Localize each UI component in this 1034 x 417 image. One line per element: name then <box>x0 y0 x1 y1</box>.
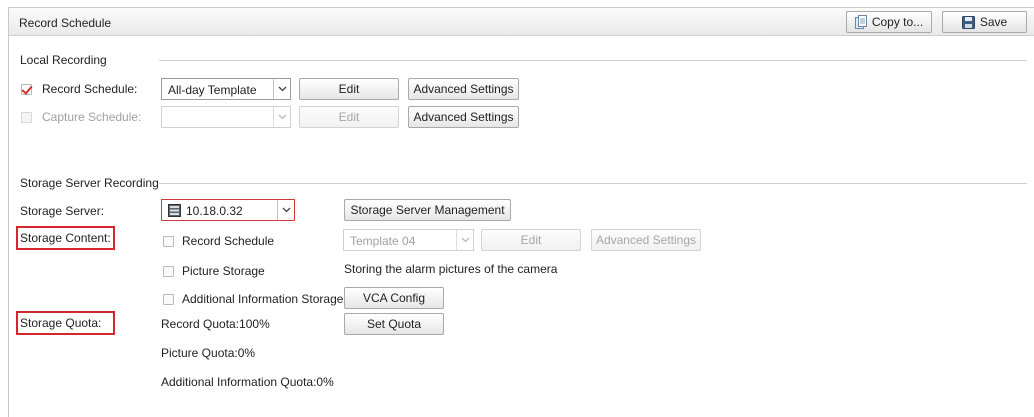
capture-advanced-label: Advanced Settings <box>413 110 514 124</box>
save-label: Save <box>979 15 1008 29</box>
local-recording-divider <box>159 60 1027 61</box>
storage-advanced-label: Advanced Settings <box>595 233 697 247</box>
additional-information-storage-checkbox[interactable] <box>163 294 174 305</box>
chevron-down-icon <box>456 230 473 250</box>
storage-server-label: Storage Server: <box>20 204 105 218</box>
storage-quota-label: Storage Quota: <box>20 316 102 330</box>
record-schedule-label: Record Schedule: <box>42 82 138 96</box>
capture-template-select[interactable] <box>161 106 291 128</box>
record-edit-button[interactable]: Edit <box>299 78 399 100</box>
save-button[interactable]: Save <box>942 11 1027 33</box>
capture-advanced-settings-button[interactable]: Advanced Settings <box>408 106 519 128</box>
copy-to-button[interactable]: Copy to... <box>846 11 932 33</box>
vca-config-label: VCA Config <box>362 291 426 305</box>
record-advanced-settings-button[interactable]: Advanced Settings <box>408 78 519 100</box>
copy-icon <box>854 15 867 29</box>
title-bar: Record Schedule Copy to... Save <box>9 8 1034 36</box>
record-advanced-label: Advanced Settings <box>413 82 514 96</box>
chevron-down-icon <box>273 79 290 99</box>
storage-recording-divider <box>159 183 1027 184</box>
record-template-value: All-day Template <box>168 83 257 97</box>
storage-edit-label: Edit <box>520 233 542 247</box>
storage-server-value: 10.18.0.32 <box>186 204 243 218</box>
storage-server-recording-title: Storage Server Recording <box>20 176 159 190</box>
record-schedule-checkbox[interactable] <box>21 84 32 95</box>
storage-advanced-settings-button[interactable]: Advanced Settings <box>591 229 701 251</box>
capture-edit-label: Edit <box>338 110 360 124</box>
chevron-down-icon <box>277 200 294 220</box>
record-schedule-panel: Record Schedule Copy to... Save Local Re… <box>8 7 1034 417</box>
additional-information-storage-label: Additional Information Storage <box>182 292 344 306</box>
set-quota-button[interactable]: Set Quota <box>344 313 444 335</box>
storage-record-schedule-label: Record Schedule <box>182 234 275 248</box>
copy-to-label: Copy to... <box>871 15 924 29</box>
storage-server-management-button[interactable]: Storage Server Management <box>344 199 511 221</box>
server-icon <box>168 204 181 217</box>
record-edit-label: Edit <box>338 82 360 96</box>
storage-template-select[interactable]: Template 04 <box>343 229 474 251</box>
chevron-down-icon <box>273 107 290 127</box>
save-icon <box>961 15 975 29</box>
vca-config-button[interactable]: VCA Config <box>344 287 444 309</box>
panel-title: Record Schedule <box>19 16 112 30</box>
storage-server-management-label: Storage Server Management <box>350 203 505 217</box>
set-quota-label: Set Quota <box>366 317 422 331</box>
additional-information-quota-value: Additional Information Quota:0% <box>161 375 334 389</box>
storage-content-label: Storage Content: <box>20 231 111 245</box>
storage-server-select[interactable]: 10.18.0.32 <box>161 199 295 221</box>
capture-schedule-checkbox[interactable] <box>21 112 32 123</box>
picture-storage-note: Storing the alarm pictures of the camera <box>344 262 558 276</box>
picture-quota-value: Picture Quota:0% <box>161 346 256 360</box>
record-quota-value: Record Quota:100% <box>161 317 270 331</box>
local-recording-title: Local Recording <box>20 53 107 67</box>
storage-record-schedule-checkbox[interactable] <box>163 236 174 247</box>
storage-template-value: Template 04 <box>350 234 416 248</box>
capture-schedule-label: Capture Schedule: <box>42 110 142 124</box>
storage-edit-button[interactable]: Edit <box>481 229 581 251</box>
storage-server-value-wrap: 10.18.0.32 <box>168 204 243 218</box>
picture-storage-checkbox[interactable] <box>163 266 174 277</box>
record-template-select[interactable]: All-day Template <box>161 78 291 100</box>
picture-storage-label: Picture Storage <box>182 264 265 278</box>
capture-edit-button[interactable]: Edit <box>299 106 399 128</box>
